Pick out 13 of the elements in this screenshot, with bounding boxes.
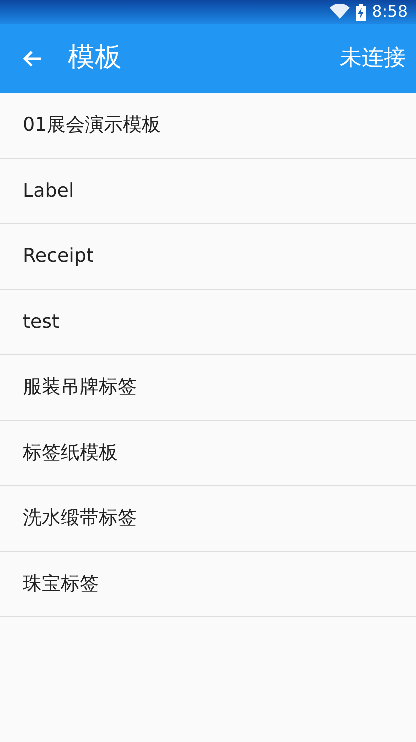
- template-item[interactable]: 标签纸模板: [0, 420, 416, 486]
- back-arrow-icon: [22, 50, 42, 68]
- template-item[interactable]: 服装吊牌标签: [0, 355, 416, 420]
- battery-charging-icon: [356, 4, 366, 20]
- template-item[interactable]: 洗水缎带标签: [0, 486, 416, 552]
- status-time: 8:58: [372, 1, 408, 23]
- wifi-icon: [330, 4, 350, 20]
- template-item[interactable]: 珠宝标签: [0, 552, 416, 617]
- template-item[interactable]: Receipt: [0, 224, 416, 290]
- template-item[interactable]: 01展会演示模板: [0, 93, 416, 158]
- template-item[interactable]: Label: [0, 158, 416, 224]
- template-item[interactable]: test: [0, 290, 416, 355]
- toolbar-title: 模板: [68, 41, 122, 76]
